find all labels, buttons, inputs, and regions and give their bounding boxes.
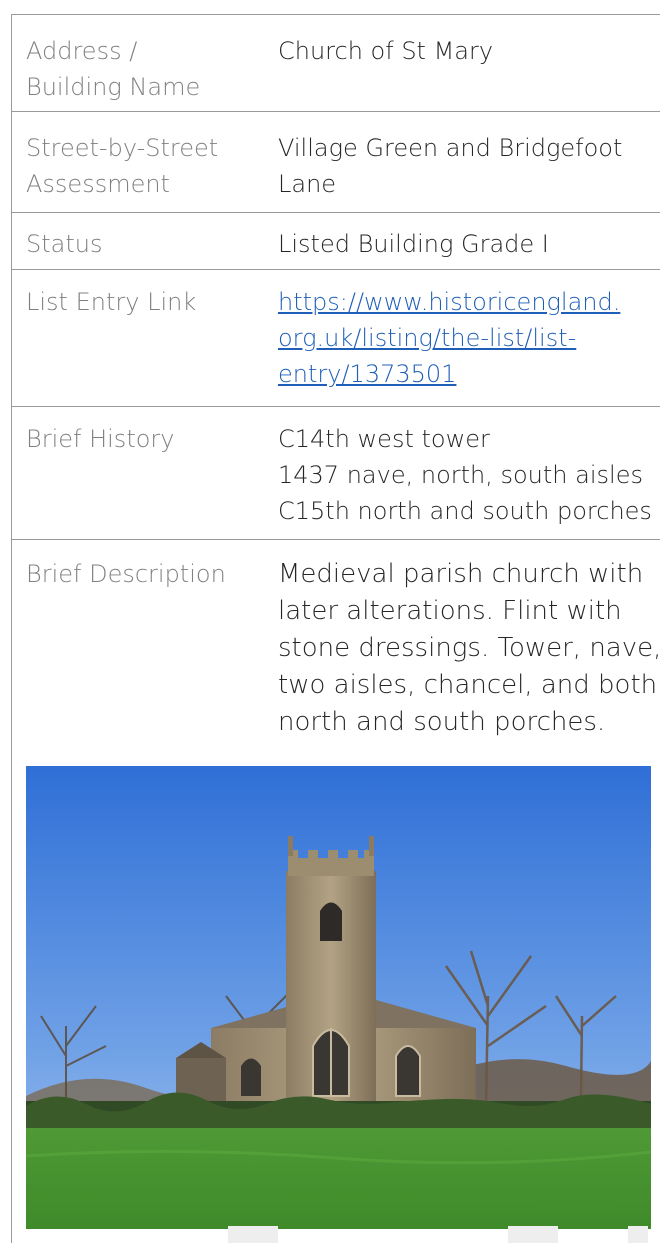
row-list-entry-link: List Entry Link https://www.historicengl… (12, 269, 660, 406)
value-line: north and south porches. (278, 707, 606, 737)
church-photo (26, 766, 651, 1229)
list-entry-link-value: https://www.historicengland. org.uk/list… (278, 284, 658, 392)
address-value: Church of St Mary (278, 33, 658, 69)
label-line: Street-by-Street (26, 134, 219, 162)
value-line: two aisles, chancel, and both (278, 670, 658, 700)
footer-tab (628, 1226, 648, 1243)
label-line: Brief History (26, 425, 175, 453)
footer-tab (228, 1226, 278, 1243)
street-assessment-value: Village Green and Bridgefoot Lane (278, 130, 658, 202)
value-line: stone dressings. Tower, nave, (278, 633, 660, 663)
church-photo-illustration (26, 766, 651, 1229)
label-line: Address / (26, 37, 138, 65)
street-assessment-label: Street-by-Street Assessment (26, 130, 256, 202)
label-line: Assessment (26, 170, 170, 198)
link-line[interactable]: https://www.historicengland. (278, 284, 658, 320)
building-record-table: Address / Building Name Church of St Mar… (11, 14, 660, 1243)
row-status: Status Listed Building Grade I (12, 212, 660, 269)
brief-history-label: Brief History (26, 421, 256, 457)
address-label: Address / Building Name (26, 33, 256, 105)
value-line: 1437 nave, north, south aisles (278, 461, 643, 489)
label-line: Building Name (26, 73, 201, 101)
list-entry-link[interactable]: https://www.historicengland. org.uk/list… (278, 284, 658, 392)
label-line: Brief Description (26, 560, 226, 588)
value-line: Lane (278, 170, 337, 198)
row-brief-history: Brief History C14th west tower 1437 nave… (12, 406, 660, 539)
footer-tab (508, 1226, 558, 1243)
brief-history-value: C14th west tower 1437 nave, north, south… (278, 421, 658, 529)
value-line: later alterations. Flint with (278, 596, 622, 626)
link-line[interactable]: entry/1373501 (278, 356, 658, 392)
value-line: Listed Building Grade I (278, 230, 549, 258)
value-line: C15th north and south porches (278, 497, 652, 525)
row-address: Address / Building Name Church of St Mar… (12, 14, 660, 111)
status-label: Status (26, 226, 256, 262)
brief-description-label: Brief Description (26, 556, 256, 592)
row-street-assessment: Street-by-Street Assessment Village Gree… (12, 111, 660, 212)
footer-tab-strip (228, 1226, 648, 1243)
brief-description-value: Medieval parish church with later altera… (278, 556, 660, 741)
label-line: Status (26, 230, 103, 258)
value-line: C14th west tower (278, 425, 490, 453)
list-entry-link-label: List Entry Link (26, 284, 256, 320)
label-line: List Entry Link (26, 288, 197, 316)
status-value: Listed Building Grade I (278, 226, 658, 262)
link-line[interactable]: org.uk/listing/the-list/list- (278, 320, 658, 356)
value-line: Church of St Mary (278, 37, 494, 65)
value-line: Village Green and Bridgefoot (278, 134, 623, 162)
value-line: Medieval parish church with (278, 559, 644, 589)
